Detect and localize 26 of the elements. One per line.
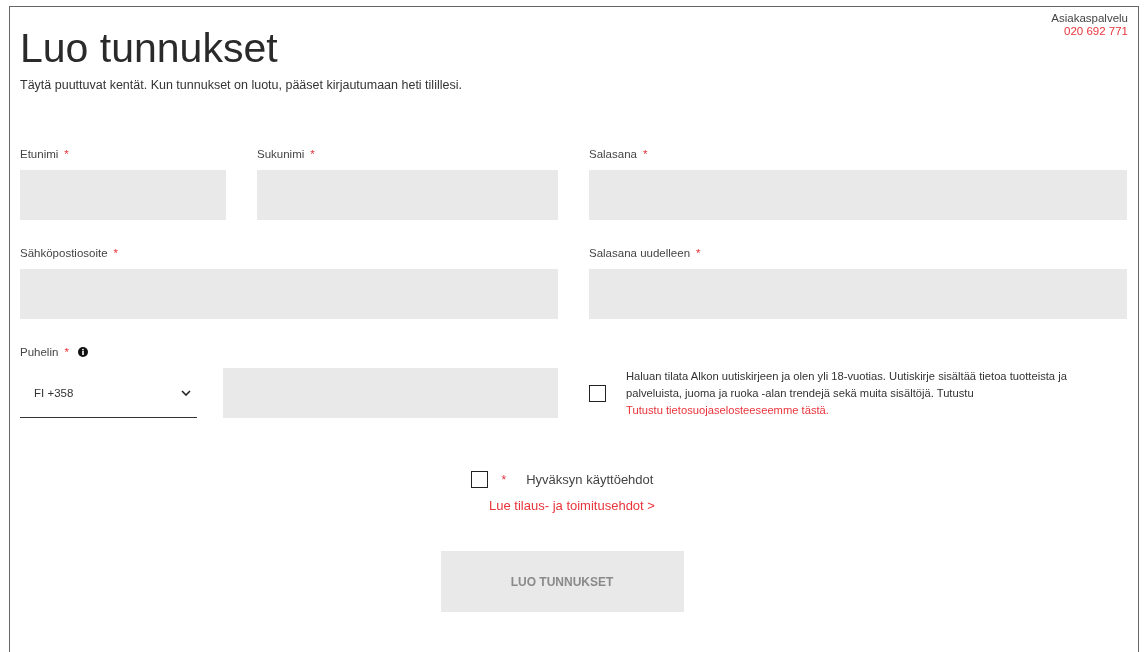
- field-label: Salasana: [589, 148, 637, 160]
- field-label: Etunimi: [20, 148, 59, 160]
- privacy-policy-link[interactable]: Tutustu tietosuojaselosteeseemme tästä.: [626, 404, 829, 416]
- page-title: Luo tunnukset: [20, 24, 278, 73]
- required-mark: *: [64, 346, 69, 358]
- required-mark: *: [310, 148, 315, 160]
- newsletter-checkbox[interactable]: [589, 385, 606, 402]
- required-mark: *: [64, 148, 69, 160]
- required-mark: *: [642, 148, 648, 160]
- field-label: Salasana uudelleen: [589, 247, 691, 259]
- required-mark: *: [113, 247, 119, 259]
- field-label: Sukunimi: [257, 148, 305, 160]
- terms-checkbox[interactable]: [470, 471, 488, 488]
- customer-service-label: Asiakaspalvelu: [1051, 12, 1128, 25]
- chevron-down-icon: [181, 389, 191, 396]
- country-code-select[interactable]: FI +358: [20, 368, 197, 418]
- required-mark: *: [696, 247, 701, 259]
- required-mark: *: [501, 472, 507, 487]
- terms-label: Hyväksyn käyttöehdot: [526, 472, 654, 487]
- field-label: Puhelin: [20, 346, 59, 358]
- intro-text: Täytä puuttuvat kentät. Kun tunnukset on luotu, pääset kirjautumaan heti tilillesi.: [20, 78, 462, 92]
- info-icon[interactable]: [77, 347, 88, 357]
- customer-service-phone[interactable]: 020 692 771: [1064, 25, 1128, 38]
- field-label: Sähköpostiosoite: [20, 247, 108, 259]
- newsletter-text: Haluan tilata Alkon uutiskirjeen ja olen yli 18-vuotias. Uutiskirje sisältää tietoa tuotteista ja palveluista, juoma ja ruoka -alan trendejä sekä muita sisältöjä. Tutustu Tutustu tietosuojaselosteeseemme tästä.: [626, 369, 1068, 418]
- terms-link[interactable]: Lue tilaus- ja toimitusehdot >: [489, 498, 655, 513]
